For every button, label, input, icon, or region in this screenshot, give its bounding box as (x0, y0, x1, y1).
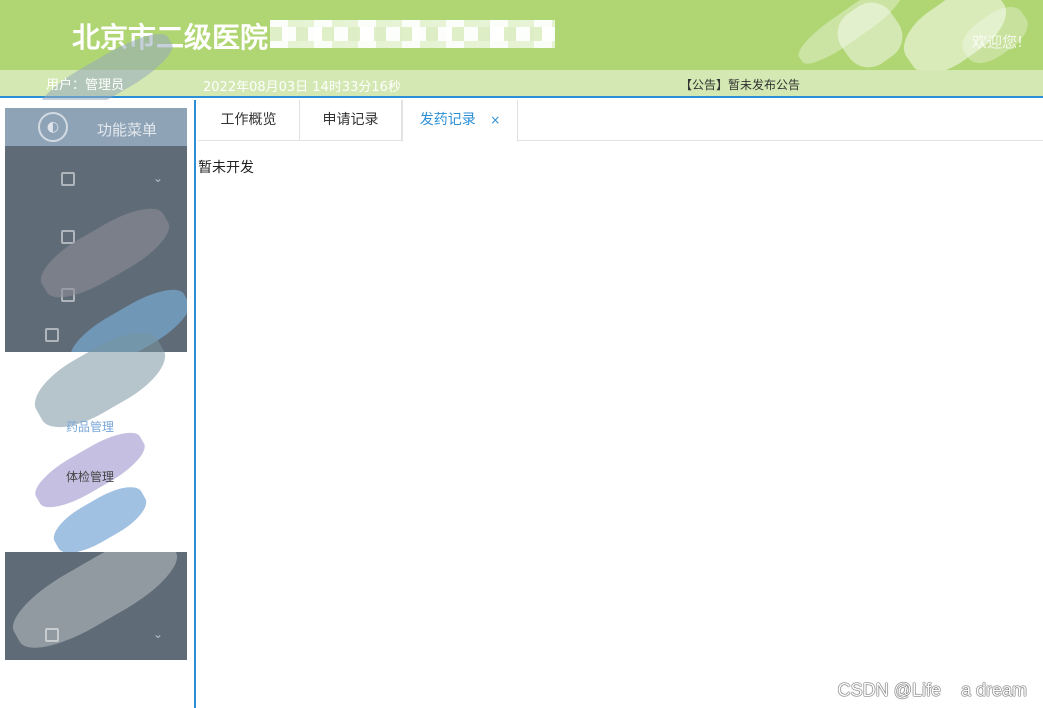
redacted-title-block (270, 20, 555, 48)
sidebar: ◐ 功能菜单 ⌄ 药品管理 体检管理 ⌄ (0, 100, 196, 708)
notice-text: 【公告】暂未发布公告 (680, 78, 801, 92)
current-datetime: 2022年08月03日 14时33分16秒 (203, 80, 401, 95)
close-icon[interactable]: × (490, 100, 500, 141)
tab-application-records[interactable]: 申请记录 (300, 100, 402, 141)
page-icon (45, 328, 59, 342)
search-page-icon (45, 628, 59, 642)
info-bar: 用户：管理员 2022年08月03日 14时33分16秒 【公告】暂未发布公告 (0, 23, 1043, 133)
tab-dispense-records[interactable]: 发药记录 × (402, 100, 518, 142)
decor-brush (828, 0, 912, 70)
sidebar-item-exam[interactable]: 体检管理 (66, 468, 114, 485)
tab-bar: 工作概览 申请记录 发药记录 × (198, 100, 1043, 142)
sidebar-menu-panel: ◐ 功能菜单 ⌄ (5, 108, 187, 352)
sidebar-item[interactable]: ⌄ (5, 160, 187, 200)
user-label: 用户：管理员 (46, 78, 125, 93)
not-developed-message: 暂未开发 (198, 160, 254, 176)
menu-header[interactable]: ◐ 功能菜单 (5, 108, 187, 146)
tab-label: 申请记录 (322, 112, 379, 128)
csdn-watermark: CSDN @Life a dream (837, 680, 1027, 700)
chevron-down-icon: ⌄ (153, 627, 164, 641)
tab-work-overview[interactable]: 工作概览 (198, 100, 300, 141)
sidebar-item[interactable]: ⌄ (5, 616, 187, 656)
main-content: 暂未开发 (198, 141, 1043, 708)
sidebar-menu-panel-bottom: ⌄ (5, 552, 187, 660)
welcome-text: 欢迎您! (971, 33, 1023, 51)
chevron-down-icon: ⌄ (153, 171, 164, 185)
menu-title: 功能菜单 (97, 121, 158, 139)
tab-label: 工作概览 (220, 112, 277, 128)
tab-label: 发药记录 (419, 112, 476, 128)
page-icon (61, 172, 75, 186)
menu-icon: ◐ (38, 112, 68, 142)
sidebar-item-drug[interactable]: 药品管理 (66, 418, 114, 435)
